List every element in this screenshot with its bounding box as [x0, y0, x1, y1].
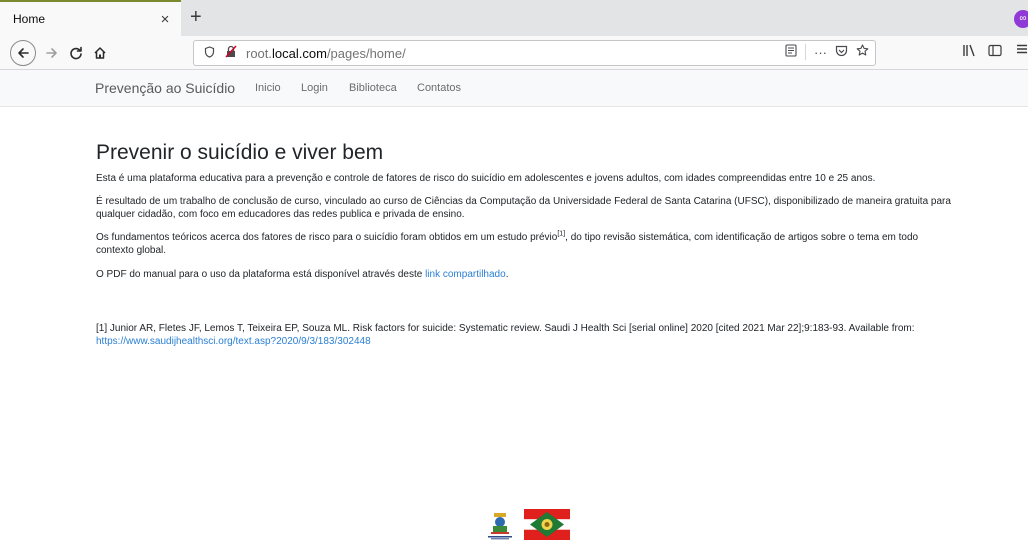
nav-link-biblioteca[interactable]: Biblioteca	[349, 82, 397, 94]
tracking-shield-icon[interactable]	[200, 45, 218, 61]
nav-link-login[interactable]: Login	[301, 82, 328, 94]
reference-text: [1] Junior AR, Fletes JF, Lemos T, Teixe…	[96, 323, 915, 334]
hamburger-menu-icon[interactable]	[1016, 42, 1028, 59]
url-bar[interactable]: root.local.com/pages/home/ ···	[193, 40, 876, 66]
site-brand[interactable]: Prevenção ao Suicídio	[95, 80, 235, 96]
forward-arrow-icon[interactable]	[42, 41, 62, 65]
new-tab-button[interactable]: +	[190, 6, 202, 28]
page-title: Prevenir o suicídio e viver bem	[96, 141, 384, 164]
citation-marker: [1]	[557, 230, 566, 238]
browser-tab-bar: Home × + ∞	[0, 0, 1028, 36]
reader-view-icon[interactable]	[785, 44, 797, 60]
url-text[interactable]: root.local.com/pages/home/	[246, 46, 406, 61]
site-navbar: Prevenção ao Suicídio Inicio Login Bibli…	[0, 70, 1028, 107]
manual-text: O PDF do manual para o uso da plataforma…	[96, 269, 426, 280]
context-paragraph: É resultado de um trabalho de conclusão …	[96, 196, 951, 220]
nav-link-inicio[interactable]: Inicio	[255, 82, 281, 94]
url-actions: ···	[785, 44, 869, 60]
reference-citation: [1] Junior AR, Fletes JF, Lemos T, Teixe…	[96, 322, 956, 348]
browser-toolbar: root.local.com/pages/home/ ···	[0, 36, 1028, 70]
shared-link[interactable]: link compartilhado	[425, 269, 506, 280]
back-arrow-icon[interactable]	[10, 40, 36, 66]
pocket-icon[interactable]	[835, 45, 848, 60]
reference-link[interactable]: https://www.saudijhealthsci.org/text.asp…	[96, 336, 371, 347]
nav-link-contatos[interactable]: Contatos	[417, 82, 461, 94]
insecure-lock-icon[interactable]	[222, 45, 240, 61]
fundamentals-paragraph: Os fundamentos teóricos acerca dos fator…	[96, 231, 956, 257]
reload-icon[interactable]	[66, 41, 86, 65]
tab-title: Home	[13, 12, 46, 26]
santa-catarina-flag-logo	[524, 509, 570, 540]
url-path: /pages/home/	[326, 45, 406, 61]
sidebar-icon[interactable]	[988, 44, 1002, 60]
page-actions-icon[interactable]: ···	[814, 45, 827, 60]
manual-text-end: .	[505, 269, 509, 280]
home-icon[interactable]	[90, 41, 110, 65]
close-tab-icon[interactable]: ×	[157, 11, 173, 28]
ufsc-logo	[485, 511, 515, 540]
bookmark-star-icon[interactable]	[856, 44, 869, 60]
library-icon[interactable]	[962, 44, 976, 60]
url-prefix: root.	[246, 45, 273, 61]
browser-tab-home[interactable]: Home ×	[0, 0, 181, 36]
intro-paragraph: Esta é uma plataforma educativa para a p…	[96, 173, 876, 184]
url-separator	[805, 44, 806, 60]
manual-paragraph: O PDF do manual para o uso da plataforma…	[96, 268, 956, 281]
extension-icon[interactable]: ∞	[1014, 10, 1028, 28]
url-host: local.com	[272, 45, 327, 61]
fundamentals-text: Os fundamentos teóricos acerca dos fator…	[96, 232, 558, 243]
